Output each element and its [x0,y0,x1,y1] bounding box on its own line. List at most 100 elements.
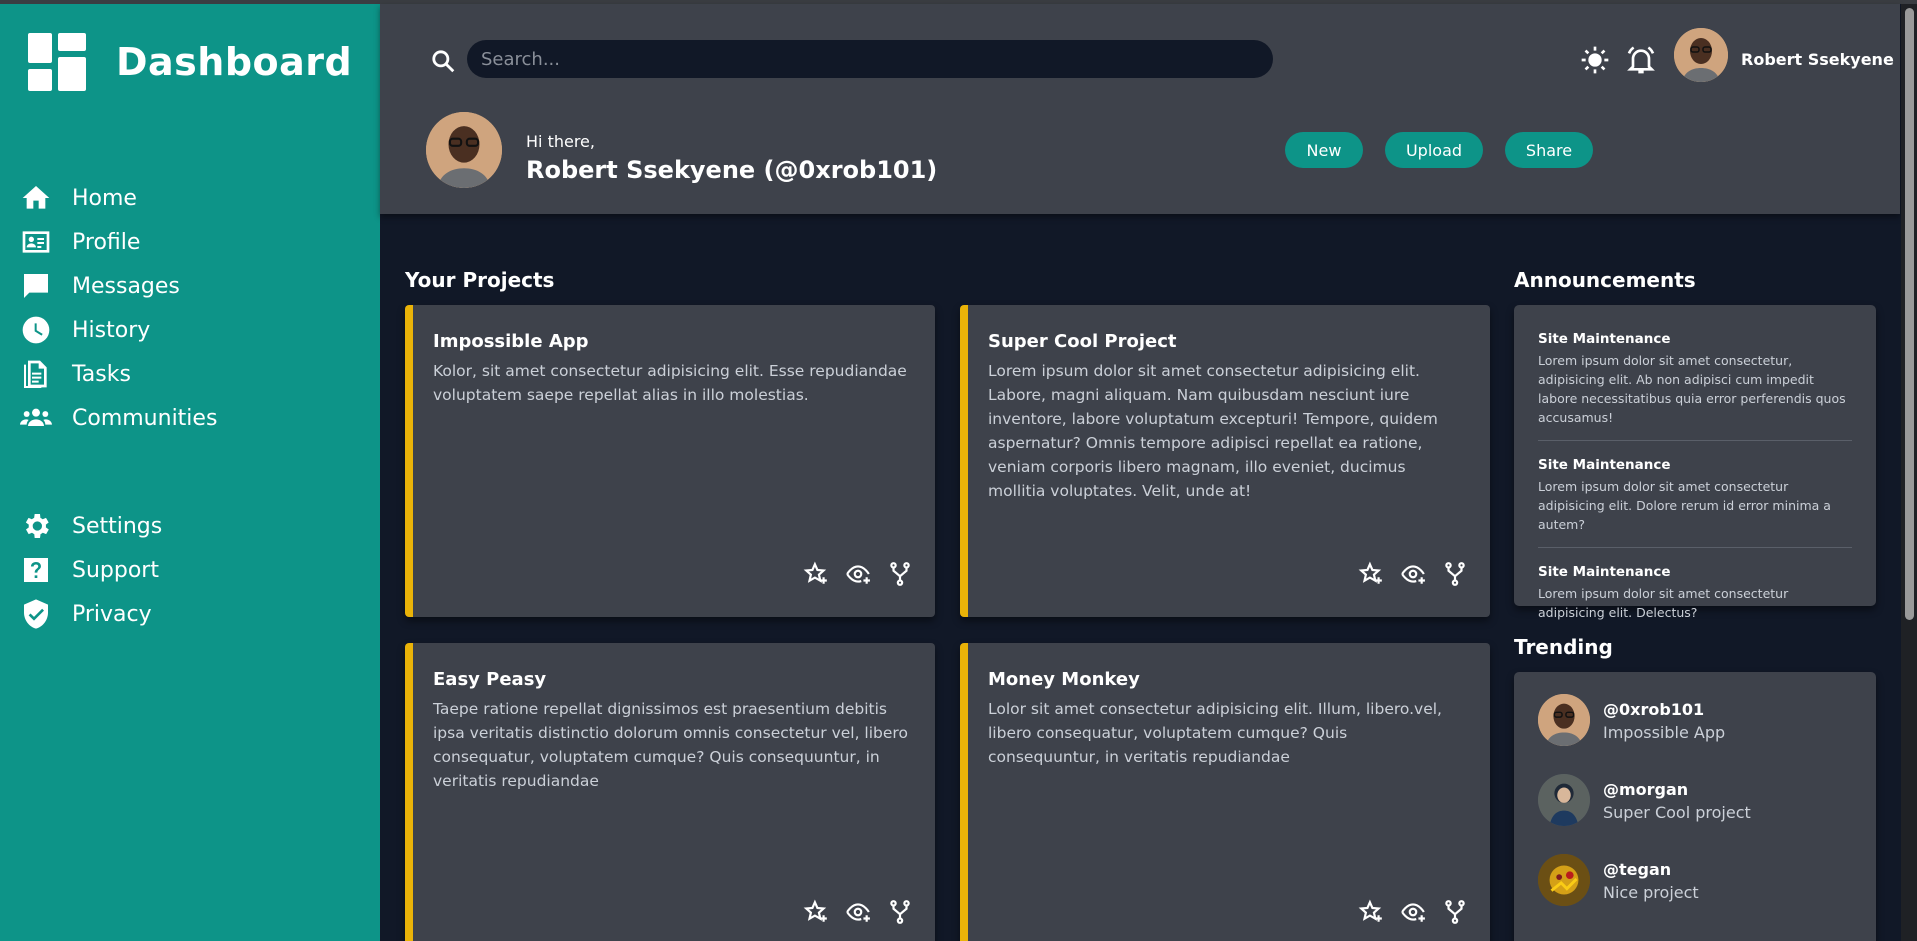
sidebar-item-privacy[interactable]: Privacy [20,592,162,636]
trending-handle: @morgan [1603,780,1689,799]
secondary-nav: Settings Support Privacy [20,504,162,636]
fork-icon[interactable] [1442,899,1468,925]
scrollbar-thumb[interactable] [1905,8,1914,620]
sidebar-item-label: Privacy [72,601,152,627]
star-add-icon[interactable] [1358,561,1384,587]
announcement-body: Lorem ipsum dolor sit amet consectetur a… [1538,479,1831,532]
sidebar-item-history[interactable]: History [20,308,217,352]
sidebar: Dashboard Home Profile Messages History … [0,4,380,941]
sidebar-item-label: Home [72,185,137,211]
card-actions [787,561,913,587]
avatar[interactable] [1674,28,1728,82]
sidebar-item-profile[interactable]: Profile [20,220,217,264]
trending-project: Impossible App [1603,723,1726,742]
announcements-panel: Site Maintenance Lorem ipsum dolor sit a… [1514,305,1876,620]
greeting: Hi there, [526,132,595,151]
sidebar-item-label: Support [72,557,159,583]
header: Robert Ssekyene Hi there, Robert Ssekyen… [380,4,1900,214]
project-description: Kolor, sit amet consectetur adipisicing … [433,362,907,404]
brand-title: Dashboard [116,40,353,84]
announcement-item[interactable]: Site Maintenance Lorem ipsum dolor sit a… [1538,548,1852,622]
sidebar-item-label: Tasks [72,361,131,387]
sidebar-item-label: Settings [72,513,163,539]
announcement-body: Lorem ipsum dolor sit amet consectetur a… [1538,586,1789,620]
watch-add-icon[interactable] [1400,899,1426,925]
trending-project: Super Cool project [1603,803,1751,822]
document-icon [24,360,47,388]
fork-icon[interactable] [887,561,913,587]
sidebar-item-label: Communities [72,405,218,431]
watch-add-icon[interactable] [845,899,871,925]
share-button[interactable]: Share [1505,132,1593,168]
user-name[interactable]: Robert Ssekyene [1741,50,1894,69]
users-icon [20,408,52,426]
sidebar-item-communities[interactable]: Communities [20,396,217,440]
project-title: Impossible App [433,331,589,352]
gear-icon [25,514,49,538]
message-icon [24,274,48,298]
search-icon[interactable] [430,48,456,74]
search-input[interactable] [467,40,1273,78]
project-title: Money Monkey [988,669,1140,690]
trending-project: Nice project [1603,883,1699,902]
sidebar-item-messages[interactable]: Messages [20,264,217,308]
clock-icon [22,316,50,344]
shield-icon [24,599,48,629]
fork-icon[interactable] [887,899,913,925]
card-actions [787,899,913,925]
fork-icon[interactable] [1442,561,1468,587]
announcement-title: Site Maintenance [1538,564,1671,580]
question-icon [24,558,48,582]
brand[interactable]: Dashboard [28,33,352,91]
star-add-icon[interactable] [803,899,829,925]
announcement-body: Lorem ipsum dolor sit amet consectetur, … [1538,353,1846,425]
projects-title: Your Projects [405,268,555,292]
trending-item[interactable]: @tegan Nice project [1538,854,1858,910]
project-card[interactable]: Easy Peasy Taepe ratione repellat dignis… [405,643,935,941]
project-description: Lorem ipsum dolor sit amet consectetur a… [988,362,1438,500]
profile-card-icon [22,231,50,253]
avatar [1538,694,1590,746]
sidebar-item-settings[interactable]: Settings [20,504,162,548]
trending-handle: @tegan [1603,860,1672,879]
avatar [1538,854,1590,906]
announcement-item[interactable]: Site Maintenance Lorem ipsum dolor sit a… [1538,441,1852,548]
watch-add-icon[interactable] [1400,561,1426,587]
project-title: Easy Peasy [433,669,547,690]
new-button[interactable]: New [1285,132,1363,168]
announcement-title: Site Maintenance [1538,457,1671,473]
trending-title: Trending [1514,635,1613,659]
sidebar-item-support[interactable]: Support [20,548,162,592]
announcement-title: Site Maintenance [1538,331,1671,347]
sidebar-item-label: Profile [72,229,141,255]
scrollbar[interactable] [1901,4,1917,941]
star-add-icon[interactable] [1358,899,1384,925]
announcement-item[interactable]: Site Maintenance Lorem ipsum dolor sit a… [1538,331,1852,441]
bell-icon[interactable] [1625,44,1657,76]
sidebar-item-label: Messages [72,273,180,299]
project-title: Super Cool Project [988,331,1177,352]
sidebar-item-home[interactable]: Home [20,176,217,220]
trending-panel: @0xrob101 Impossible App @morgan Super C… [1514,672,1876,941]
main-nav: Home Profile Messages History Tasks Comm… [20,176,217,440]
project-card[interactable]: Super Cool Project Lorem ipsum dolor sit… [960,305,1490,617]
watch-add-icon[interactable] [845,561,871,587]
card-actions [1342,561,1468,587]
home-icon [22,186,50,209]
trending-item[interactable]: @0xrob101 Impossible App [1538,694,1858,750]
trending-item[interactable]: @morgan Super Cool project [1538,774,1858,830]
project-card[interactable]: Impossible App Kolor, sit amet consectet… [405,305,935,617]
sun-icon[interactable] [1579,44,1611,76]
profile-full-name: Robert Ssekyene (@0xrob101) [526,156,938,184]
project-description: Lolor sit amet consectetur adipisicing e… [988,700,1442,766]
profile-avatar [426,112,502,188]
dashboard-logo-icon [28,33,86,91]
project-description: Taepe ratione repellat dignissimos est p… [433,700,908,790]
announcements-title: Announcements [1514,268,1696,292]
sidebar-item-label: History [72,317,151,343]
sidebar-item-tasks[interactable]: Tasks [20,352,217,396]
star-add-icon[interactable] [803,561,829,587]
upload-button[interactable]: Upload [1385,132,1483,168]
avatar [1538,774,1590,826]
project-card[interactable]: Money Monkey Lolor sit amet consectetur … [960,643,1490,941]
